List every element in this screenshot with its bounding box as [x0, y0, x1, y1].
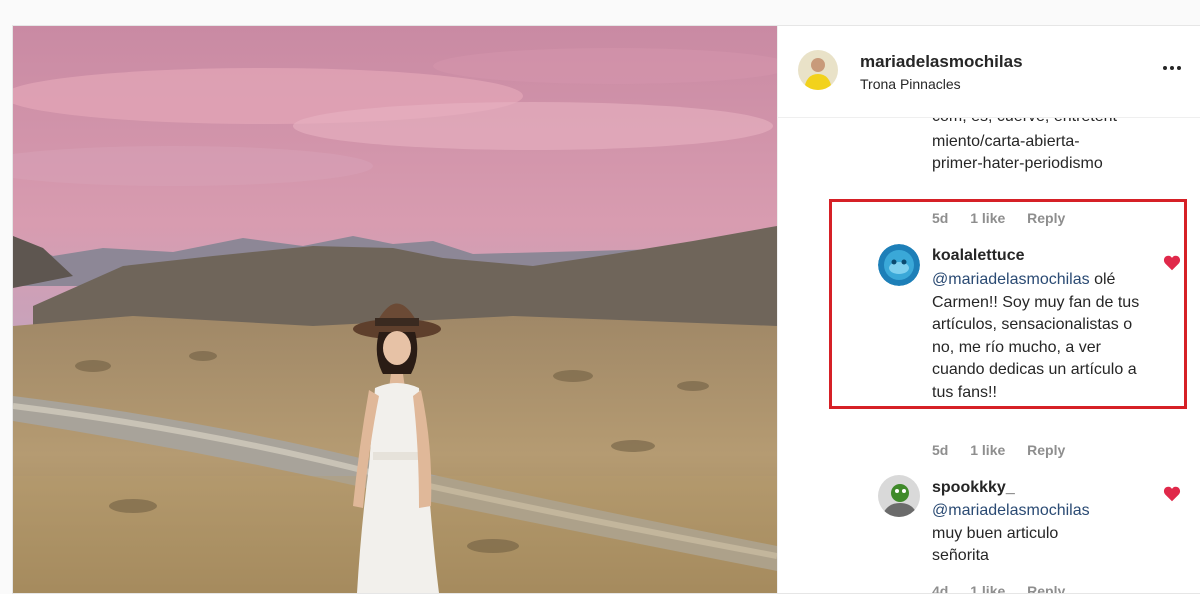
previous-comment-text: com, es, cuerve, entretent miento/carta-… [932, 118, 1117, 172]
post-location[interactable]: Trona Pinnacles [860, 76, 961, 92]
highlight-box [829, 199, 1187, 409]
commenter-avatar[interactable] [878, 475, 920, 517]
comment-time: 5d [932, 442, 949, 458]
owner-avatar[interactable] [798, 50, 838, 90]
more-options-icon[interactable] [1158, 56, 1186, 80]
comment-message: muy buen articulo señorita [932, 524, 1059, 565]
comment-text: @mariadelasmochilas muy buen articulo se… [932, 500, 1152, 568]
comment-meta: 4d 1 like Reply [932, 583, 1083, 593]
post-photo[interactable] [13, 26, 777, 593]
comment-meta: 5d 1 like Reply [932, 442, 1083, 458]
liked-heart-icon[interactable] [1163, 486, 1181, 502]
comment-mention[interactable]: @mariadelasmochilas [932, 500, 1152, 523]
comment-username[interactable]: spookkky_ [932, 479, 1015, 497]
comment-likes[interactable]: 1 like [970, 442, 1005, 458]
owner-username[interactable]: mariadelasmochilas [860, 52, 1023, 72]
comment-likes[interactable]: 1 like [970, 583, 1005, 593]
comment-time: 4d [932, 583, 949, 593]
desert-sunset-photo [13, 26, 777, 593]
post-header: mariadelasmochilas Trona Pinnacles [778, 26, 1200, 118]
reply-button[interactable]: Reply [1027, 442, 1065, 458]
reply-button[interactable]: Reply [1027, 583, 1065, 593]
